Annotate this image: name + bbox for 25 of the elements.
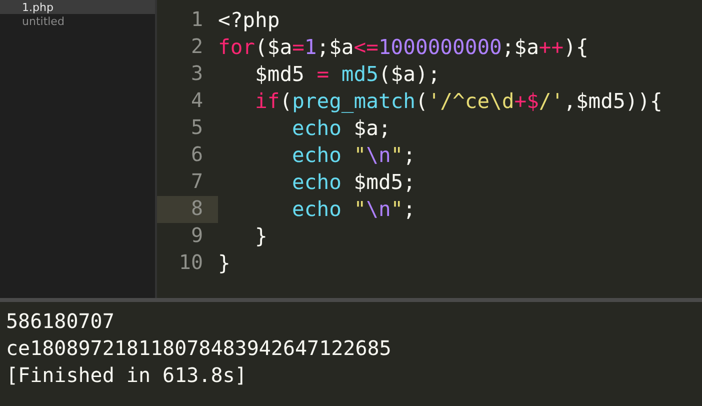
line-number: 7 xyxy=(190,169,204,195)
line-number: 5 xyxy=(190,115,204,141)
code-line: echo $md5; xyxy=(291,169,416,196)
code-line: echo "\n"; xyxy=(291,142,416,169)
output-line: ce180897218118078483942647122685 xyxy=(6,335,392,362)
line-number: 3 xyxy=(190,61,204,87)
code-line: if(preg_match('/^ce\d+$/',$md5)){ xyxy=(254,88,662,115)
code-line: echo "\n"; xyxy=(291,196,416,223)
code-line: $md5 = md5($a); xyxy=(254,61,440,88)
line-number: 10 xyxy=(178,250,204,276)
output-line: [Finished in 613.8s] xyxy=(6,362,248,389)
code-line: } xyxy=(254,223,268,250)
line-number: 1 xyxy=(190,7,204,33)
code-line: for($a=1;$a<=1000000000;$a++){ xyxy=(218,34,588,61)
file-tab[interactable]: 1.php xyxy=(0,0,155,14)
line-number: 2 xyxy=(190,34,204,60)
file-tab[interactable]: untitled xyxy=(0,14,155,28)
code-line: echo $a; xyxy=(291,115,391,142)
output-line: 586180707 xyxy=(6,308,116,335)
line-number: 8 xyxy=(157,196,218,223)
code-line: } xyxy=(218,250,230,277)
line-number: 6 xyxy=(190,142,204,168)
line-number: 9 xyxy=(190,223,204,249)
code-line: <?php xyxy=(218,7,280,34)
line-number: 4 xyxy=(190,88,204,114)
